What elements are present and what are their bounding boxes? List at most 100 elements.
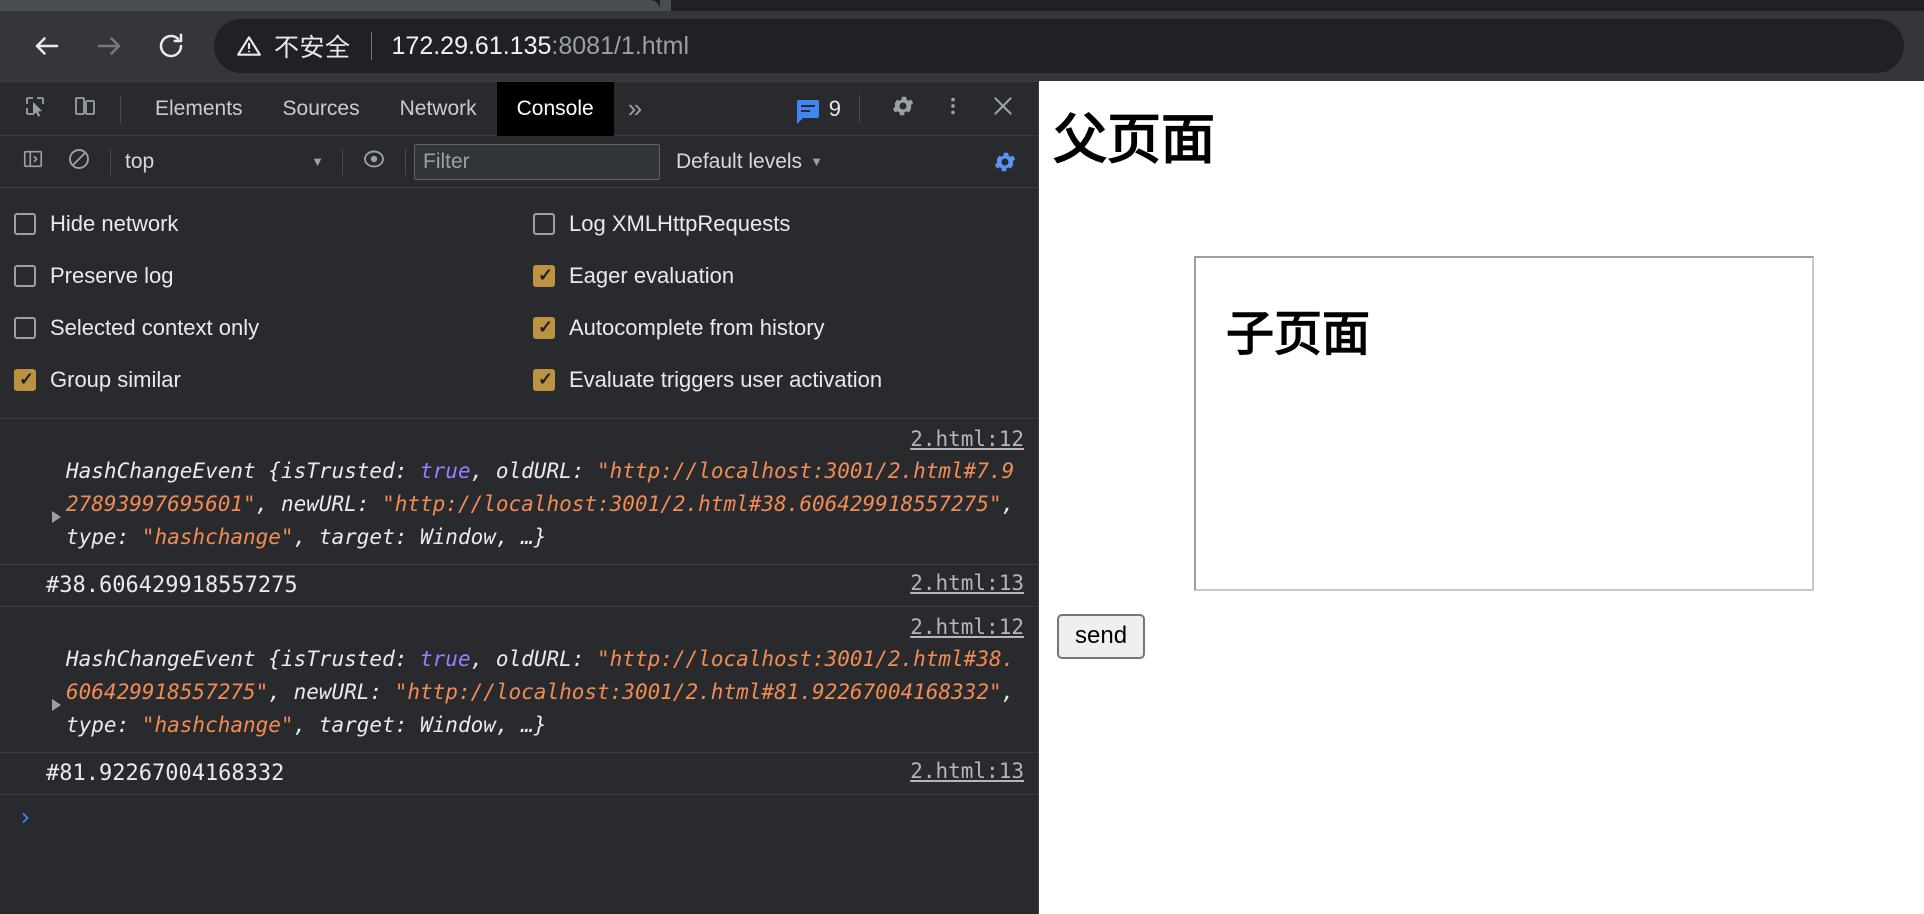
checkbox-log-xmlhttprequests[interactable] xyxy=(533,213,555,235)
iframe-title: 子页面 xyxy=(1226,306,1371,362)
devtools-settings-button[interactable] xyxy=(882,88,924,130)
message-count-value: 9 xyxy=(828,95,841,121)
console-settings-left-column: Hide network Preserve log Selected conte… xyxy=(0,198,519,406)
console-token: true xyxy=(420,647,471,671)
execution-context-selector[interactable]: top ▼ xyxy=(119,144,334,180)
console-message-source-link[interactable]: 2.html:12 xyxy=(910,615,1024,639)
reload-button[interactable] xyxy=(144,19,198,73)
setting-eager-evaluation[interactable]: Eager evaluation xyxy=(533,250,1038,302)
filterbar-divider-3 xyxy=(405,148,406,175)
gear-icon xyxy=(890,93,916,124)
warning-triangle-icon xyxy=(236,33,262,59)
setting-selected-context-only[interactable]: Selected context only xyxy=(14,302,519,354)
console-message-object[interactable]: 2.html:12 HashChangeEvent {isTrusted: tru… xyxy=(0,607,1038,753)
console-settings-pane: Hide network Preserve log Selected conte… xyxy=(0,188,1038,419)
console-message-count[interactable]: 9 xyxy=(796,95,845,124)
chevron-down-icon: ▼ xyxy=(311,154,324,169)
console-token: true xyxy=(420,459,471,483)
devtools-tabbar: Elements Sources Network Console » 9 xyxy=(0,82,1038,136)
console-message-log[interactable]: 2.html:13 #38.606429918557275 xyxy=(0,565,1038,607)
setting-label: Autocomplete from history xyxy=(569,315,825,340)
console-message-text: HashChangeEvent {isTrusted: true, oldURL… xyxy=(66,643,1016,742)
page-viewport: 父页面 子页面 send xyxy=(1039,81,1924,914)
checkbox-evaluate-triggers-user-activation[interactable] xyxy=(533,368,555,391)
setting-hide-network[interactable]: Hide network xyxy=(14,198,519,250)
checkbox-preserve-log[interactable] xyxy=(14,265,36,287)
tab-sources[interactable]: Sources xyxy=(263,82,380,136)
console-prompt[interactable]: › xyxy=(0,795,1038,839)
setting-label: Evaluate triggers user activation xyxy=(569,367,883,392)
arrow-left-icon xyxy=(32,31,62,61)
tab-elements[interactable]: Elements xyxy=(135,82,263,136)
console-sidebar-button[interactable] xyxy=(14,143,52,181)
browser-toolbar: 不安全 172.29.61.135:8081/1.html xyxy=(0,11,1924,81)
tab-strip xyxy=(0,0,1924,11)
send-button[interactable]: send xyxy=(1057,614,1146,659)
devtools-close-button[interactable] xyxy=(982,88,1024,130)
console-message-log[interactable]: 2.html:13 #81.92267004168332 xyxy=(0,753,1038,795)
setting-label: Selected context only xyxy=(50,315,260,340)
browser-tab[interactable] xyxy=(0,0,671,11)
expand-triangle-icon[interactable] xyxy=(52,511,61,523)
page-title: 父页面 xyxy=(1053,108,1215,171)
inspect-element-button[interactable] xyxy=(14,88,56,130)
security-status-label: 不安全 xyxy=(274,33,351,62)
checkbox-group-similar[interactable] xyxy=(14,368,36,391)
omnibox-url-path: :8081/1.html xyxy=(551,31,689,60)
console-message-object[interactable]: 2.html:12 HashChangeEvent {isTrusted: tru… xyxy=(0,419,1038,565)
setting-label: Eager evaluation xyxy=(569,263,735,288)
console-message-list[interactable]: 2.html:12 HashChangeEvent {isTrusted: tru… xyxy=(0,419,1038,795)
omnibox-url-host: 172.29.61.135 xyxy=(391,31,552,60)
console-token: , oldURL: xyxy=(470,647,598,671)
message-badge-icon xyxy=(796,99,819,124)
setting-label: Group similar xyxy=(50,367,181,392)
console-filter-bar: top ▼ Default levels ▼ xyxy=(0,136,1038,188)
chevron-down-icon: ▼ xyxy=(810,154,823,169)
console-settings-button[interactable] xyxy=(992,149,1018,175)
log-levels-label: Default levels xyxy=(676,149,803,173)
setting-label: Hide network xyxy=(50,211,179,236)
device-toolbar-button[interactable] xyxy=(64,88,106,130)
live-expression-icon xyxy=(362,147,386,176)
console-token: "http://localhost:3001/2.html#81.9226700… xyxy=(394,680,1002,704)
setting-preserve-log[interactable]: Preserve log xyxy=(14,250,519,302)
console-token: "hashchange" xyxy=(141,525,294,549)
checkbox-hide-network[interactable] xyxy=(14,213,36,235)
devtools-menu-button[interactable] xyxy=(932,88,974,130)
console-message-text: HashChangeEvent {isTrusted: true, oldURL… xyxy=(66,455,1016,554)
back-button[interactable] xyxy=(20,19,74,73)
checkbox-selected-context-only[interactable] xyxy=(14,317,36,339)
more-tabs-button[interactable]: » xyxy=(614,93,656,124)
setting-log-xmlhttprequests[interactable]: Log XMLHttpRequests xyxy=(533,198,1038,250)
clear-console-icon xyxy=(67,147,91,176)
console-token: , newURL: xyxy=(255,492,383,516)
log-levels-selector[interactable]: Default levels ▼ xyxy=(676,150,823,174)
console-message-source-link[interactable]: 2.html:12 xyxy=(910,427,1024,451)
console-token: "hashchange" xyxy=(141,713,294,737)
arrow-right-icon xyxy=(94,31,124,61)
close-icon xyxy=(990,93,1016,124)
live-expression-button[interactable] xyxy=(355,143,393,181)
expand-triangle-icon[interactable] xyxy=(52,699,61,711)
kebab-menu-icon xyxy=(942,93,964,124)
console-message-text: #38.606429918557275 xyxy=(46,573,298,598)
console-token: , oldURL: xyxy=(470,459,598,483)
checkbox-eager-evaluation[interactable] xyxy=(533,264,555,287)
child-iframe[interactable]: 子页面 xyxy=(1194,256,1814,591)
setting-group-similar[interactable]: Group similar xyxy=(14,354,519,406)
console-settings-right-column: Log XMLHttpRequests Eager evaluation Aut… xyxy=(519,198,1038,406)
console-message-source-link[interactable]: 2.html:13 xyxy=(910,759,1024,783)
toolbar-divider xyxy=(120,94,121,123)
clear-console-button[interactable] xyxy=(60,143,98,181)
tab-network[interactable]: Network xyxy=(380,82,497,136)
filter-input[interactable] xyxy=(414,143,660,180)
tab-console[interactable]: Console xyxy=(496,82,614,136)
omnibox[interactable]: 不安全 172.29.61.135:8081/1.html xyxy=(214,19,1904,73)
checkbox-autocomplete-from-history[interactable] xyxy=(533,316,555,339)
console-sidebar-icon xyxy=(22,148,44,175)
gear-icon xyxy=(994,152,1016,171)
forward-button[interactable] xyxy=(82,19,136,73)
setting-autocomplete-from-history[interactable]: Autocomplete from history xyxy=(533,302,1038,354)
setting-evaluate-triggers-user-activation[interactable]: Evaluate triggers user activation xyxy=(533,354,1038,406)
console-message-source-link[interactable]: 2.html:13 xyxy=(910,571,1024,595)
